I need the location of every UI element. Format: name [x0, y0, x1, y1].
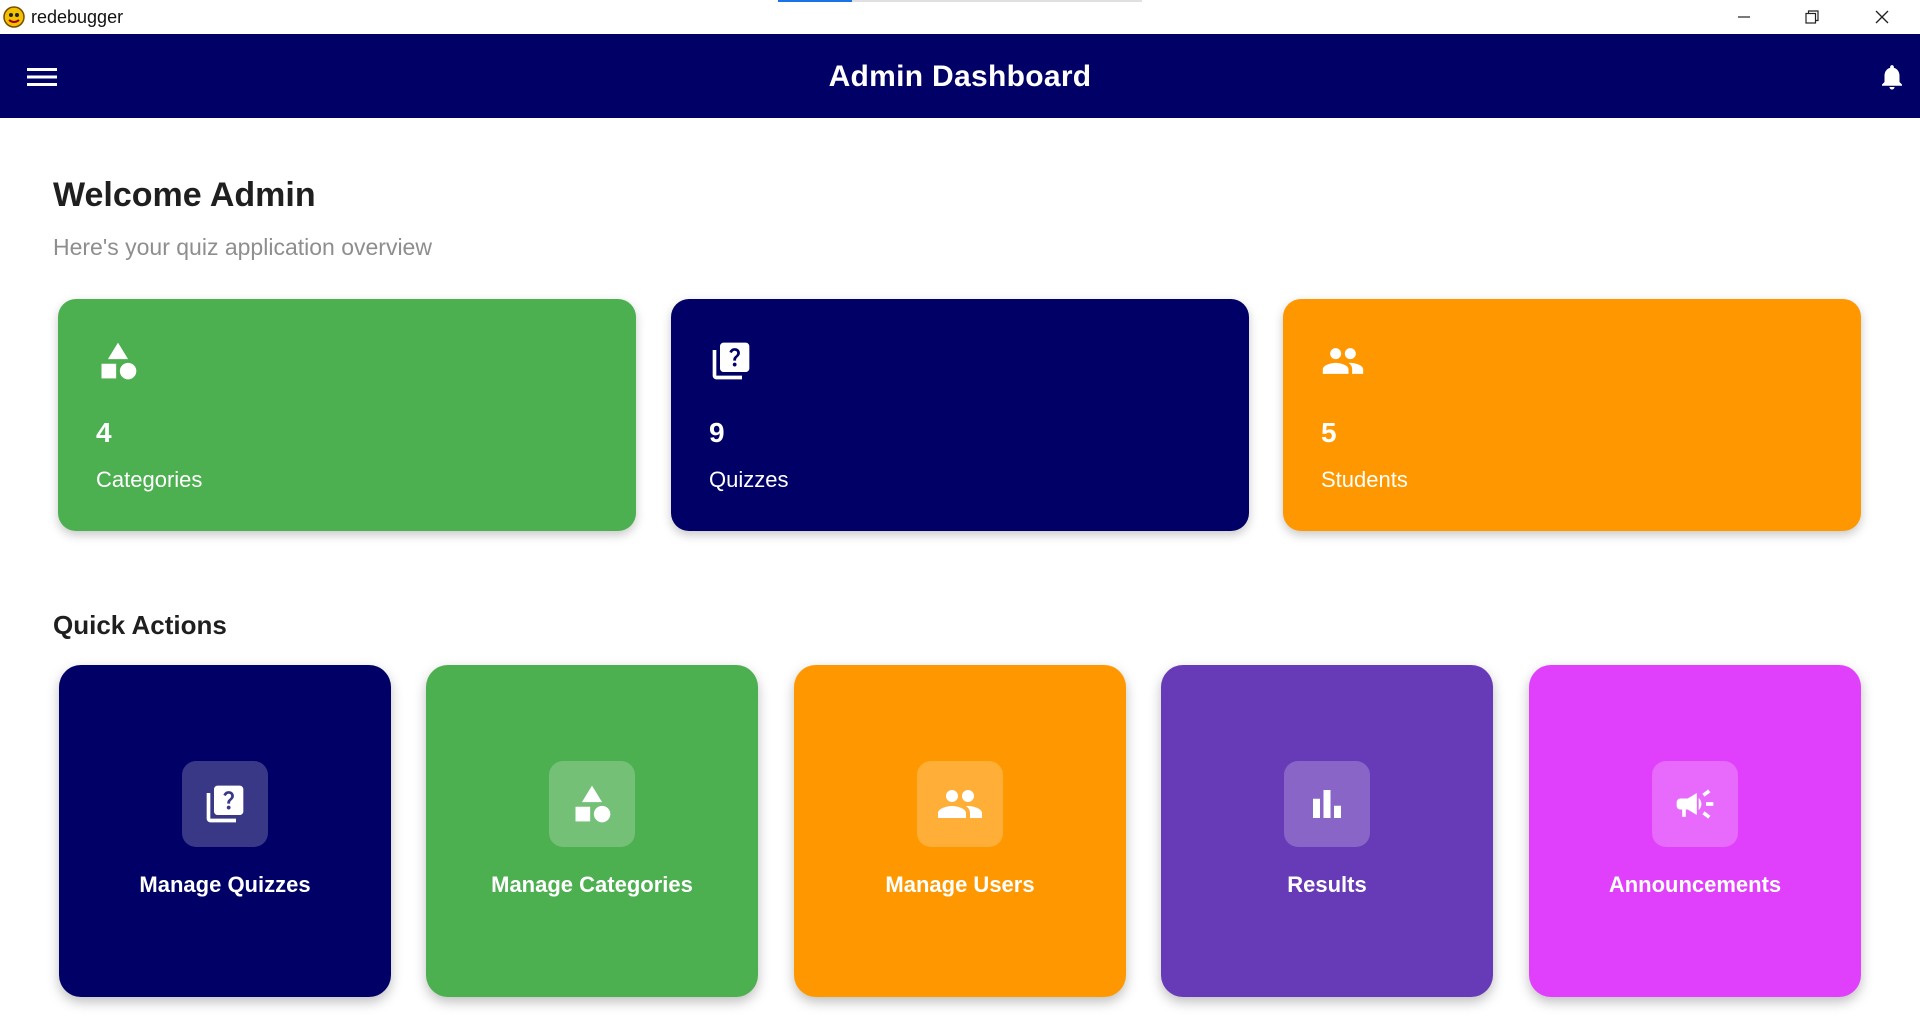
restore-button[interactable]	[1778, 0, 1846, 34]
page-title: Admin Dashboard	[828, 60, 1092, 93]
tile-icon-container	[917, 761, 1003, 847]
stat-card-quizzes: 9 Quizzes	[671, 299, 1249, 531]
app-logo-icon	[3, 6, 25, 28]
window-title: redebugger	[31, 7, 124, 27]
close-button[interactable]	[1848, 0, 1916, 34]
manage-users-button[interactable]: Manage Users	[794, 665, 1126, 997]
welcome-heading: Welcome Admin	[53, 176, 316, 214]
tile-icon-container	[549, 761, 635, 847]
quick-actions-heading: Quick Actions	[53, 610, 227, 640]
app-bar: Admin Dashboard	[0, 34, 1920, 118]
stat-card-students: 5 Students	[1283, 299, 1861, 531]
announcements-button[interactable]: Announcements	[1529, 665, 1861, 997]
welcome-subtitle: Here's your quiz application overview	[53, 234, 432, 260]
results-button[interactable]: Results	[1161, 665, 1493, 997]
stat-card-categories: 4 Categories	[58, 299, 636, 531]
campaign-icon	[1673, 782, 1717, 826]
tile-label: Manage Quizzes	[139, 872, 311, 897]
minimize-icon	[1738, 16, 1750, 18]
stat-label: Categories	[96, 467, 203, 492]
tile-icon-container	[182, 761, 268, 847]
bar-chart-icon	[1306, 783, 1348, 825]
category-icon	[570, 782, 614, 826]
bell-icon	[1882, 65, 1902, 90]
manage-categories-button[interactable]: Manage Categories	[426, 665, 758, 997]
tile-label: Manage Users	[885, 872, 1035, 897]
people-icon	[936, 780, 984, 828]
notifications-button[interactable]	[1872, 57, 1912, 97]
quiz-icon	[203, 782, 247, 826]
category-icon	[96, 339, 140, 383]
close-icon	[1875, 10, 1889, 24]
tile-label: Announcements	[1608, 872, 1782, 897]
restore-icon	[1805, 10, 1819, 24]
tile-label: Results	[1287, 872, 1367, 897]
tile-label: Manage Categories	[491, 872, 693, 897]
tile-icon-container	[1284, 761, 1370, 847]
manage-quizzes-button[interactable]: Manage Quizzes	[59, 665, 391, 997]
stat-label: Quizzes	[709, 467, 789, 492]
quiz-icon	[709, 339, 753, 383]
stat-value: 5	[1321, 417, 1337, 448]
stat-value: 4	[96, 417, 112, 448]
tab-active-indicator	[778, 0, 852, 2]
stat-value: 9	[709, 417, 725, 448]
minimize-button[interactable]	[1710, 0, 1778, 34]
people-icon	[1321, 339, 1365, 383]
tile-icon-container	[1652, 761, 1738, 847]
stat-label: Students	[1321, 467, 1408, 492]
window-titlebar: redebugger	[0, 0, 1920, 34]
